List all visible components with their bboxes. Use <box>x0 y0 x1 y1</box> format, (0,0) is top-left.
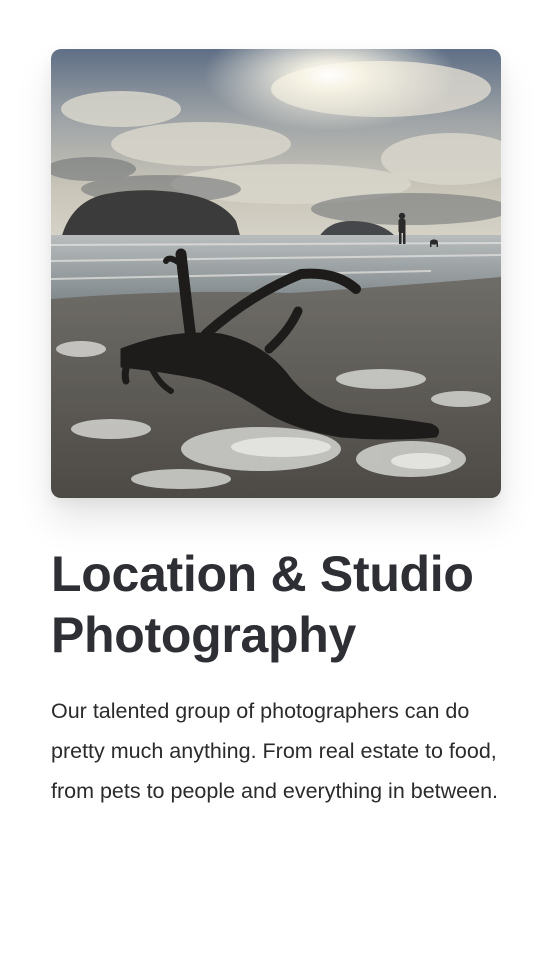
section-description: Our talented group of photographers can … <box>51 699 499 803</box>
feature-card-image <box>51 49 501 498</box>
section-title: Location & Studio Photography <box>51 546 474 663</box>
beach-driftwood-photo <box>51 49 501 498</box>
